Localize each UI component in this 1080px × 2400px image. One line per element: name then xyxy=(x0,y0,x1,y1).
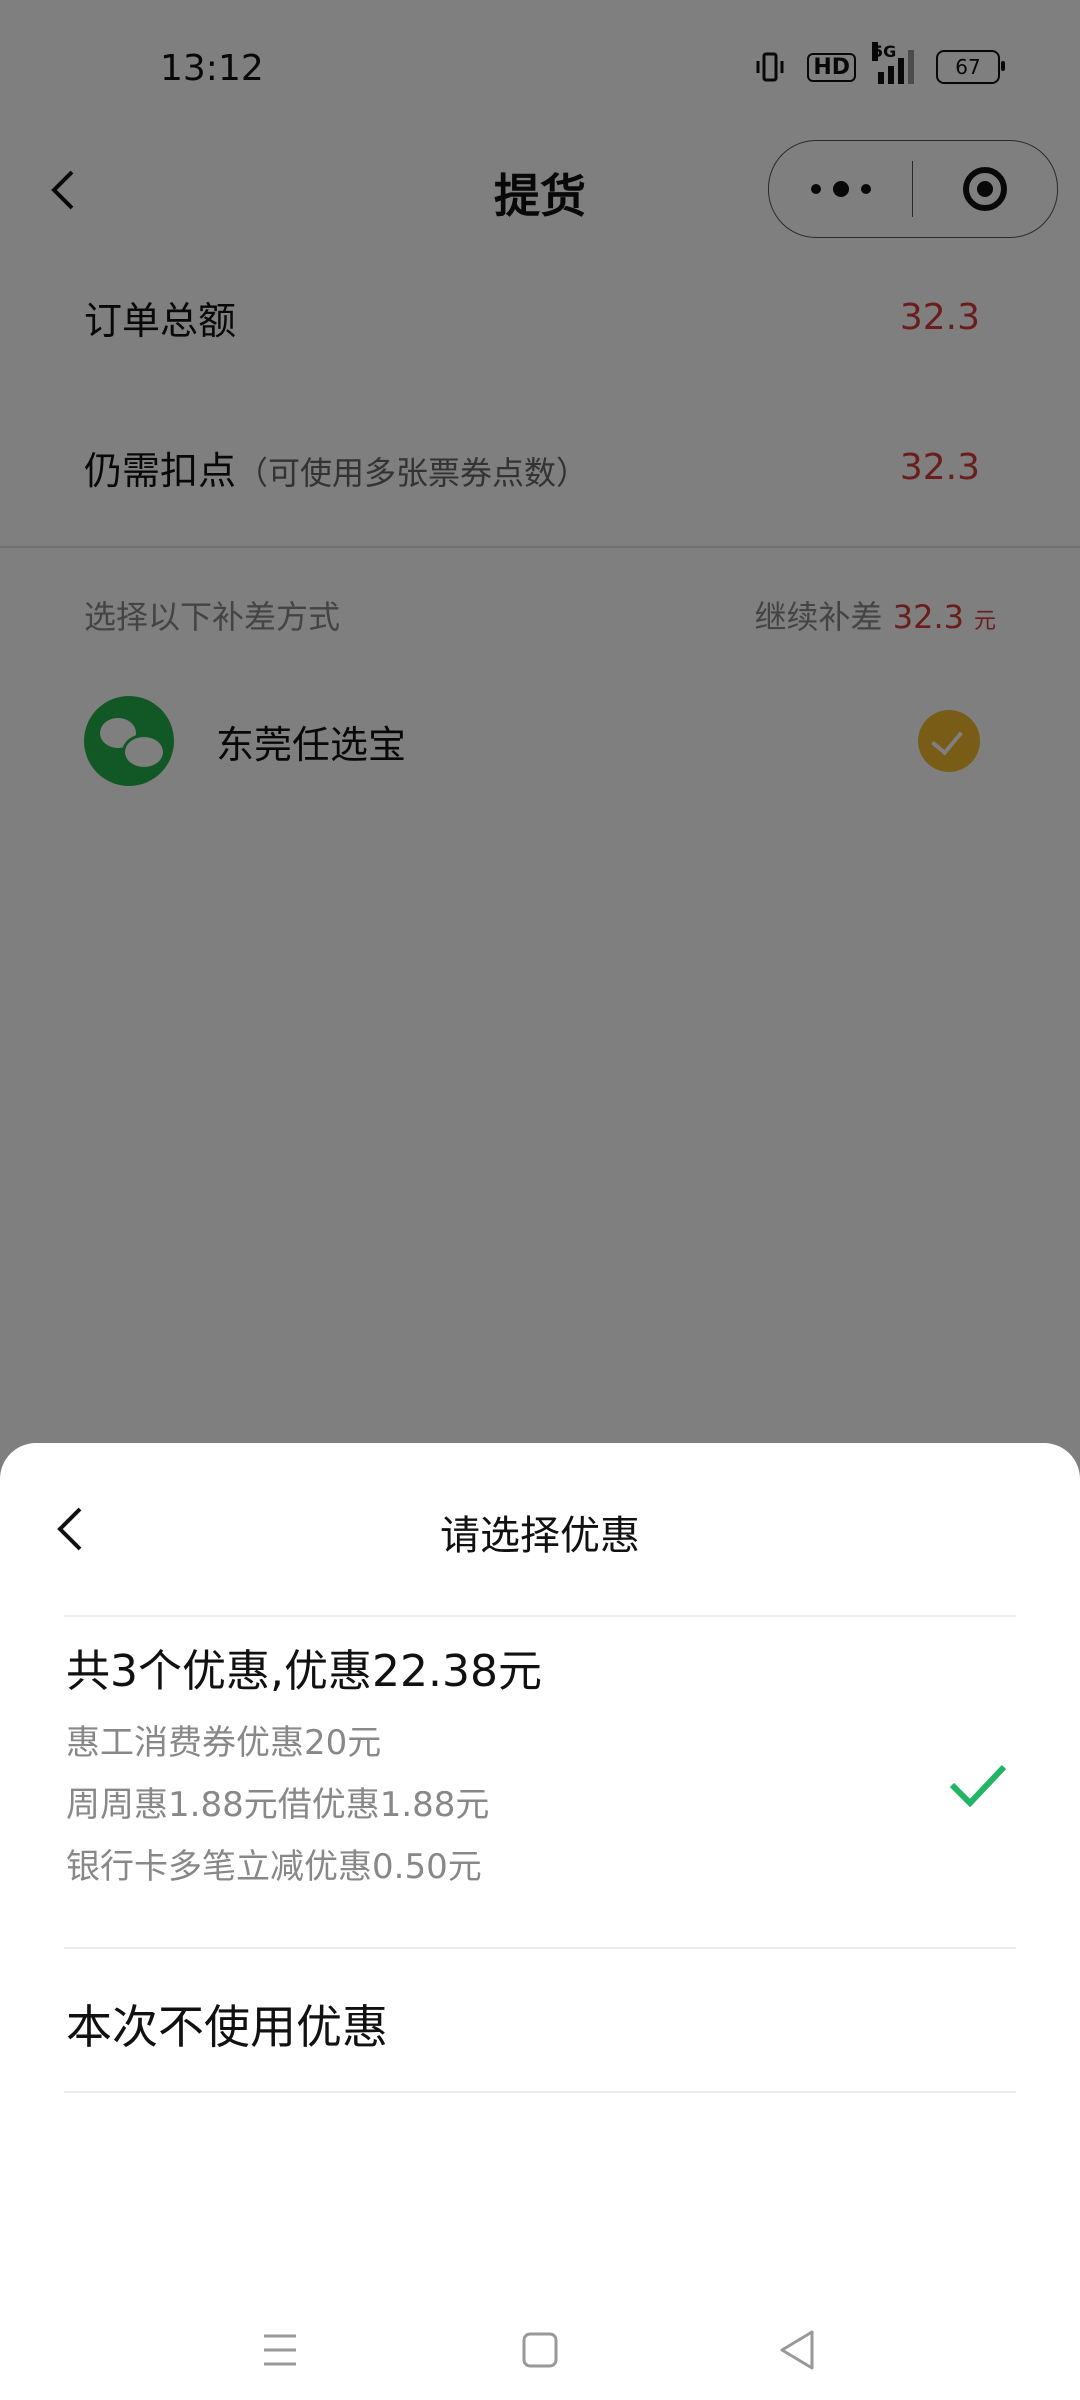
coupon-sheet: 请选择优惠 共3个优惠,优惠22.38元 惠工消费券优惠20元 周周惠1.88元… xyxy=(0,1443,1080,2400)
back-nav-icon[interactable] xyxy=(768,2320,828,2380)
coupon-option-use[interactable]: 共3个优惠,优惠22.38元 惠工消费券优惠20元 周周惠1.88元借优惠1.8… xyxy=(64,1615,1016,1947)
coupon-summary: 共3个优惠,优惠22.38元 xyxy=(66,1646,542,1697)
coupon-detail: 惠工消费券优惠20元 xyxy=(66,1723,382,1763)
sheet-title: 请选择优惠 xyxy=(440,1513,640,1559)
coupon-detail: 银行卡多笔立减优惠0.50元 xyxy=(66,1847,482,1887)
divider xyxy=(64,2091,1016,2093)
menu-icon[interactable] xyxy=(250,2320,310,2380)
home-icon[interactable] xyxy=(510,2320,570,2380)
coupon-detail: 周周惠1.88元借优惠1.88元 xyxy=(66,1785,490,1825)
system-nav-bar xyxy=(0,2300,1080,2400)
check-icon xyxy=(949,1764,1007,1807)
coupon-option-none[interactable]: 本次不使用优惠 xyxy=(64,1949,1016,2091)
no-coupon-label: 本次不使用优惠 xyxy=(66,2000,388,2054)
